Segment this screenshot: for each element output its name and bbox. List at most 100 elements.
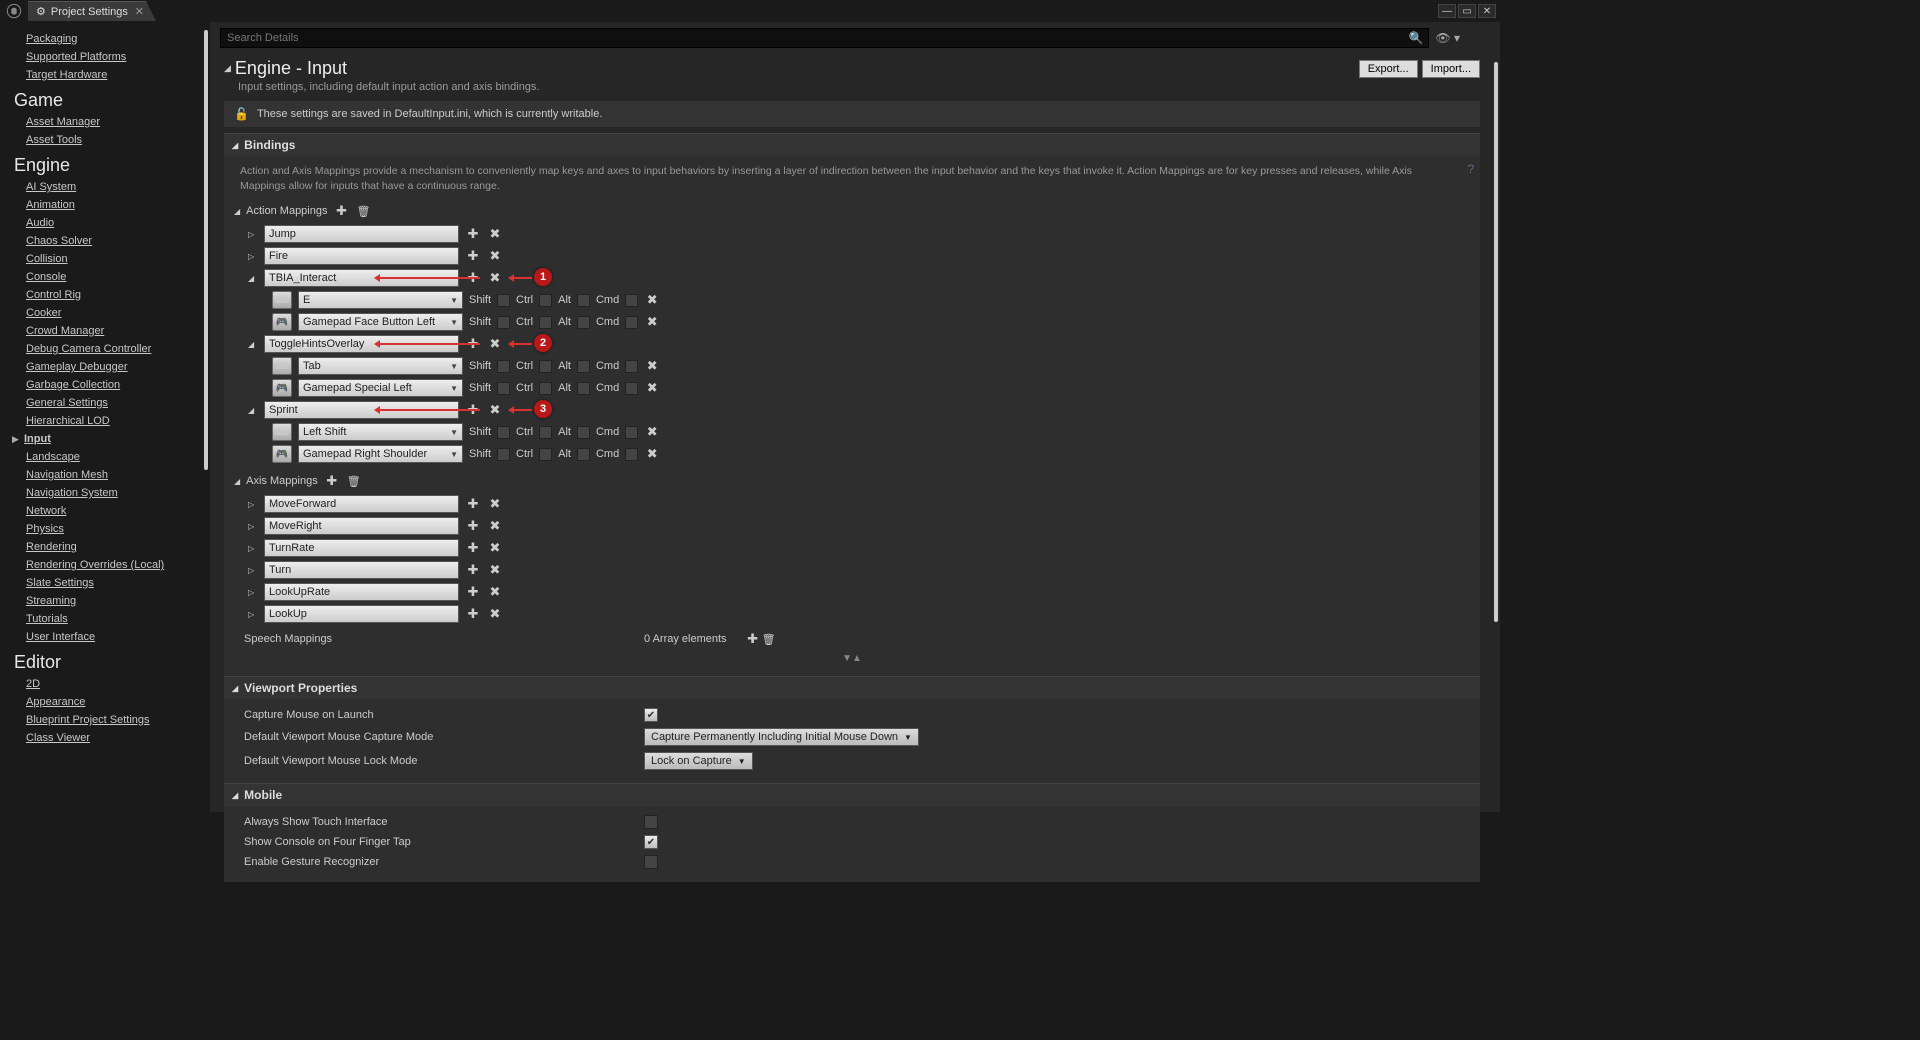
checkbox[interactable] bbox=[644, 815, 658, 829]
sidebar-item-appearance[interactable]: Appearance bbox=[14, 693, 210, 711]
shift-checkbox[interactable] bbox=[497, 360, 510, 373]
add-icon[interactable]: ✚ bbox=[465, 584, 481, 600]
keyboard-icon[interactable]: ⌨ bbox=[272, 291, 292, 309]
key-select[interactable]: Gamepad Special Left▼ bbox=[298, 379, 463, 397]
add-icon[interactable]: ✚ bbox=[465, 226, 481, 242]
close-button[interactable]: ✕ bbox=[1478, 4, 1496, 18]
sidebar-item-input[interactable]: Input bbox=[24, 430, 51, 448]
remove-icon[interactable]: ✖ bbox=[487, 518, 503, 534]
shift-checkbox[interactable] bbox=[497, 382, 510, 395]
trash-icon[interactable]: 🗑 bbox=[761, 633, 777, 646]
expand-icon[interactable]: ▼▲ bbox=[234, 651, 1470, 666]
add-icon[interactable]: ✚ bbox=[465, 402, 481, 418]
chevron-down-icon[interactable]: ◢ bbox=[234, 477, 240, 486]
sidebar-item-crowd-manager[interactable]: Crowd Manager bbox=[14, 322, 210, 340]
key-select[interactable]: Gamepad Face Button Left▼ bbox=[298, 313, 463, 331]
add-icon[interactable]: ✚ bbox=[745, 631, 761, 647]
key-select[interactable]: Gamepad Right Shoulder▼ bbox=[298, 445, 463, 463]
axis-name-input[interactable] bbox=[264, 605, 459, 623]
sidebar-item-cooker[interactable]: Cooker bbox=[14, 304, 210, 322]
alt-checkbox[interactable] bbox=[577, 360, 590, 373]
ctrl-checkbox[interactable] bbox=[539, 316, 552, 329]
checkbox[interactable]: ✔ bbox=[644, 708, 658, 722]
add-icon[interactable]: ✚ bbox=[333, 203, 349, 219]
sidebar-item-control-rig[interactable]: Control Rig bbox=[14, 286, 210, 304]
shift-checkbox[interactable] bbox=[497, 316, 510, 329]
checkbox[interactable] bbox=[644, 855, 658, 869]
ctrl-checkbox[interactable] bbox=[539, 426, 552, 439]
expand-icon[interactable]: ▷ bbox=[248, 252, 258, 261]
sidebar-item-collision[interactable]: Collision bbox=[14, 250, 210, 268]
cmd-checkbox[interactable] bbox=[625, 426, 638, 439]
alt-checkbox[interactable] bbox=[577, 382, 590, 395]
key-select[interactable]: Tab▼ bbox=[298, 357, 463, 375]
remove-icon[interactable]: ✖ bbox=[487, 226, 503, 242]
sidebar-item-debug-camera-controller[interactable]: Debug Camera Controller bbox=[14, 340, 210, 358]
sidebar-item-2d[interactable]: 2D bbox=[14, 675, 210, 693]
remove-icon[interactable]: ✖ bbox=[487, 606, 503, 622]
dropdown[interactable]: Capture Permanently Including Initial Mo… bbox=[644, 728, 919, 746]
remove-icon[interactable]: ✖ bbox=[487, 402, 503, 418]
add-icon[interactable]: ✚ bbox=[465, 540, 481, 556]
trash-icon[interactable]: 🗑 bbox=[346, 475, 362, 488]
sidebar-item-animation[interactable]: Animation bbox=[14, 196, 210, 214]
remove-icon[interactable]: ✖ bbox=[644, 358, 660, 374]
ctrl-checkbox[interactable] bbox=[539, 382, 552, 395]
sidebar-item-landscape[interactable]: Landscape bbox=[14, 448, 210, 466]
sidebar-item-network[interactable]: Network bbox=[14, 502, 210, 520]
ctrl-checkbox[interactable] bbox=[539, 360, 552, 373]
add-icon[interactable]: ✚ bbox=[465, 336, 481, 352]
add-icon[interactable]: ✚ bbox=[465, 606, 481, 622]
remove-icon[interactable]: ✖ bbox=[644, 446, 660, 462]
alt-checkbox[interactable] bbox=[577, 448, 590, 461]
sidebar-item-class-viewer[interactable]: Class Viewer bbox=[14, 729, 210, 747]
expand-icon[interactable]: ▷ bbox=[248, 566, 258, 575]
remove-icon[interactable]: ✖ bbox=[487, 336, 503, 352]
axis-name-input[interactable] bbox=[264, 583, 459, 601]
sidebar-item-physics[interactable]: Physics bbox=[14, 520, 210, 538]
remove-icon[interactable]: ✖ bbox=[487, 496, 503, 512]
sidebar-item-hierarchical-lod[interactable]: Hierarchical LOD bbox=[14, 412, 210, 430]
sidebar-item-target-hardware[interactable]: Target Hardware bbox=[14, 66, 210, 84]
ctrl-checkbox[interactable] bbox=[539, 294, 552, 307]
gamepad-icon[interactable]: 🎮 bbox=[272, 313, 292, 331]
add-icon[interactable]: ✚ bbox=[465, 518, 481, 534]
remove-icon[interactable]: ✖ bbox=[644, 380, 660, 396]
export-button[interactable]: Export... bbox=[1359, 60, 1418, 78]
key-select[interactable]: Left Shift▼ bbox=[298, 423, 463, 441]
sidebar-item-packaging[interactable]: Packaging bbox=[14, 30, 210, 48]
sidebar-item-tutorials[interactable]: Tutorials bbox=[14, 610, 210, 628]
close-icon[interactable]: ✕ bbox=[135, 5, 144, 18]
gamepad-icon[interactable]: 🎮 bbox=[272, 445, 292, 463]
axis-name-input[interactable] bbox=[264, 539, 459, 557]
expand-icon[interactable]: ◢ bbox=[248, 274, 258, 283]
expand-icon[interactable]: ▷ bbox=[248, 610, 258, 619]
sidebar-item-supported-platforms[interactable]: Supported Platforms bbox=[14, 48, 210, 66]
checkbox[interactable]: ✔ bbox=[644, 835, 658, 849]
sidebar-item-rendering-overrides-local-[interactable]: Rendering Overrides (Local) bbox=[14, 556, 210, 574]
expand-icon[interactable]: ◢ bbox=[248, 406, 258, 415]
sidebar-item-general-settings[interactable]: General Settings bbox=[14, 394, 210, 412]
sidebar-item-slate-settings[interactable]: Slate Settings bbox=[14, 574, 210, 592]
view-options-icon[interactable]: 👁 ▾ bbox=[1435, 31, 1460, 45]
remove-icon[interactable]: ✖ bbox=[487, 248, 503, 264]
axis-name-input[interactable] bbox=[264, 517, 459, 535]
add-icon[interactable]: ✚ bbox=[465, 270, 481, 286]
chevron-down-icon[interactable]: ◢ bbox=[234, 207, 240, 216]
add-icon[interactable]: ✚ bbox=[465, 248, 481, 264]
sidebar-item-audio[interactable]: Audio bbox=[14, 214, 210, 232]
sidebar-item-streaming[interactable]: Streaming bbox=[14, 592, 210, 610]
sidebar-item-navigation-mesh[interactable]: Navigation Mesh bbox=[14, 466, 210, 484]
sidebar-item-console[interactable]: Console bbox=[14, 268, 210, 286]
remove-icon[interactable]: ✖ bbox=[487, 584, 503, 600]
remove-icon[interactable]: ✖ bbox=[644, 424, 660, 440]
key-select[interactable]: E▼ bbox=[298, 291, 463, 309]
sidebar-item-ai-system[interactable]: AI System bbox=[14, 178, 210, 196]
minimize-button[interactable]: — bbox=[1438, 4, 1456, 18]
shift-checkbox[interactable] bbox=[497, 426, 510, 439]
axis-name-input[interactable] bbox=[264, 561, 459, 579]
shift-checkbox[interactable] bbox=[497, 294, 510, 307]
scrollbar[interactable] bbox=[1494, 62, 1498, 622]
expand-icon[interactable]: ▷ bbox=[248, 500, 258, 509]
search-input[interactable] bbox=[220, 28, 1429, 48]
